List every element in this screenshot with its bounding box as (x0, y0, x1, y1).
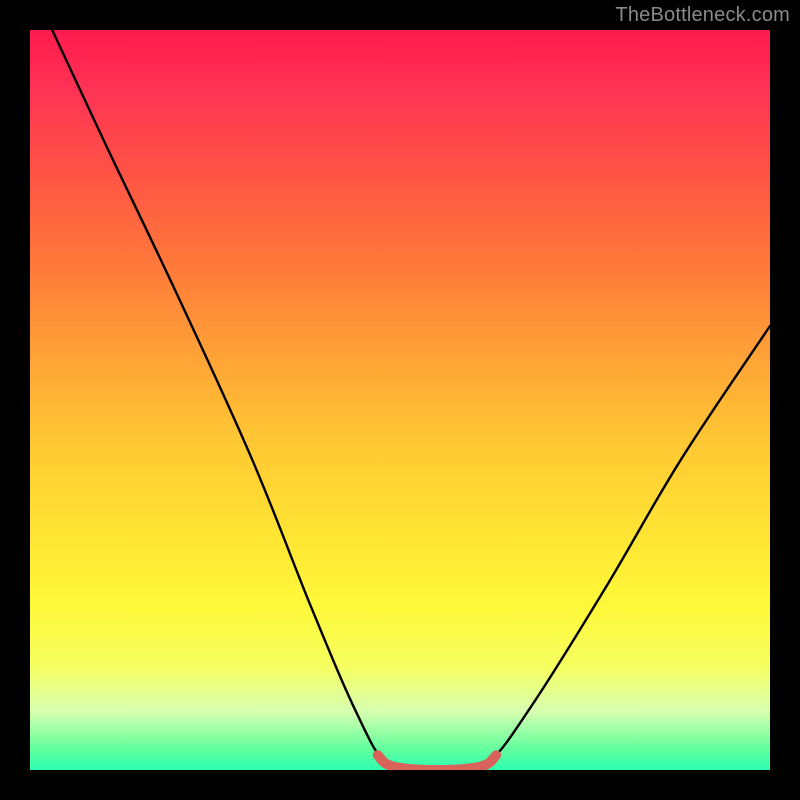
valley-highlight (378, 755, 496, 770)
plot-area (30, 30, 770, 770)
chart-frame: TheBottleneck.com (0, 0, 800, 800)
chart-svg (30, 30, 770, 770)
bottleneck-curve (52, 30, 770, 770)
watermark-text: TheBottleneck.com (615, 4, 790, 27)
